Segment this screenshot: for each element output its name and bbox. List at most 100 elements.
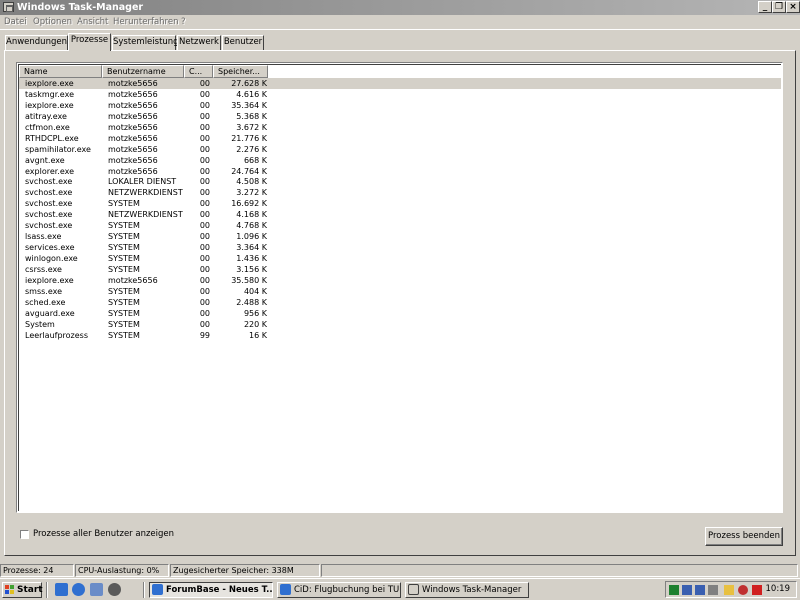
process-memory: 220 K	[243, 319, 267, 329]
process-memory: 956 K	[243, 308, 267, 318]
process-cpu: 00	[199, 177, 210, 187]
tasks-separator	[143, 582, 145, 598]
process-user: motzke5656	[108, 133, 158, 143]
process-cpu: 00	[199, 122, 210, 132]
menu-herunterfahren[interactable]: Herunterfahren	[113, 16, 178, 28]
process-row[interactable]: atitray.exe motzke5656 00 5.368 K	[19, 111, 781, 122]
process-name: winlogon.exe	[25, 254, 78, 263]
tab-prozesse[interactable]: Prozesse	[68, 33, 111, 51]
process-user: NETZWERKDIENST	[108, 188, 183, 198]
process-row[interactable]: System SYSTEM 00 220 K	[19, 319, 781, 330]
process-row[interactable]: svchost.exe NETZWERKDIENST 00 3.272 K	[19, 187, 781, 198]
menu-datei[interactable]: Datei	[4, 16, 27, 28]
show-all-users-checkbox[interactable]	[20, 530, 29, 539]
process-user: motzke5656	[108, 89, 158, 99]
process-row[interactable]: winlogon.exe SYSTEM 00 1.436 K	[19, 253, 781, 264]
process-memory: 27.628 K	[231, 79, 267, 88]
process-list[interactable]: Name Benutzername C... Speicher... iexpl…	[16, 62, 783, 513]
process-memory: 35.364 K	[231, 100, 267, 110]
process-memory: 3.272 K	[236, 188, 267, 198]
tab-systemleistung[interactable]: Systemleistung	[112, 35, 179, 50]
process-row[interactable]: Leerlaufprozess SYSTEM 99 16 K	[19, 330, 781, 341]
process-row[interactable]: lsass.exe SYSTEM 00 1.096 K	[19, 231, 781, 242]
process-row[interactable]: csrss.exe SYSTEM 00 3.156 K	[19, 264, 781, 275]
task-label: CiD: Flugbuchung bei TU...	[294, 585, 401, 595]
minimize-button[interactable]: _	[758, 1, 772, 13]
process-name: atitray.exe	[25, 111, 67, 121]
process-memory: 21.776 K	[231, 133, 267, 143]
list-header: Name Benutzername C... Speicher...	[19, 65, 781, 78]
process-row[interactable]: svchost.exe LOKALER DIENST 00 4.508 K	[19, 176, 781, 187]
menu-help[interactable]: ?	[181, 16, 186, 28]
task-button-taskmanager[interactable]: Windows Task-Manager	[405, 582, 529, 598]
network-icon[interactable]	[682, 585, 692, 595]
process-row[interactable]: iexplore.exe motzke5656 00 35.580 K	[19, 275, 781, 286]
clock[interactable]: 10:19	[766, 584, 791, 595]
task-button-forumbase[interactable]: ForumBase - Neues T...	[149, 582, 273, 598]
column-header-name[interactable]: Name	[19, 65, 102, 78]
start-button[interactable]: Start	[2, 582, 43, 598]
bug-icon[interactable]	[738, 585, 748, 595]
column-header-cpu[interactable]: C...	[184, 65, 213, 78]
tab-netzwerk[interactable]: Netzwerk	[177, 35, 221, 50]
shield-icon[interactable]	[708, 585, 718, 595]
outlook-icon[interactable]	[90, 583, 103, 596]
window-title: Windows Task-Manager	[17, 2, 144, 13]
media-player-icon[interactable]	[108, 583, 121, 596]
process-row[interactable]: smss.exe SYSTEM 00 404 K	[19, 286, 781, 297]
tab-benutzer[interactable]: Benutzer	[222, 35, 264, 50]
process-row[interactable]: svchost.exe SYSTEM 00 16.692 K	[19, 198, 781, 209]
process-row[interactable]: explorer.exe motzke5656 00 24.764 K	[19, 166, 781, 177]
end-process-button[interactable]: Prozess beenden	[705, 527, 783, 546]
process-row[interactable]: sched.exe SYSTEM 00 2.488 K	[19, 297, 781, 308]
process-cpu: 00	[199, 275, 210, 285]
tab-anwendungen[interactable]: Anwendungen	[5, 35, 68, 50]
process-cpu: 00	[199, 155, 210, 165]
process-memory: 4.508 K	[236, 177, 267, 187]
process-name: iexplore.exe	[25, 275, 74, 285]
menu-ansicht[interactable]: Ansicht	[77, 16, 108, 28]
process-user: SYSTEM	[108, 254, 140, 263]
process-row[interactable]: svchost.exe SYSTEM 00 4.768 K	[19, 220, 781, 231]
system-tray: 10:19	[665, 581, 797, 598]
antivir-icon[interactable]	[752, 585, 762, 595]
process-row[interactable]: iexplore.exe motzke5656 00 27.628 K	[19, 78, 781, 89]
network-icon[interactable]	[695, 585, 705, 595]
process-memory: 4.616 K	[236, 89, 267, 99]
process-user: motzke5656	[108, 111, 158, 121]
process-row[interactable]: spamihilator.exe motzke5656 00 2.276 K	[19, 144, 781, 155]
process-cpu: 00	[199, 100, 210, 110]
process-name: services.exe	[25, 243, 75, 253]
restore-button[interactable]: ❐	[772, 1, 786, 13]
process-row[interactable]: services.exe SYSTEM 00 3.364 K	[19, 242, 781, 253]
process-row[interactable]: RTHDCPL.exe motzke5656 00 21.776 K	[19, 133, 781, 144]
show-all-users-label[interactable]: Prozesse aller Benutzer anzeigen	[33, 529, 174, 540]
column-header-user[interactable]: Benutzername	[102, 65, 184, 78]
process-row[interactable]: iexplore.exe motzke5656 00 35.364 K	[19, 100, 781, 111]
mail-icon[interactable]	[724, 585, 734, 595]
title-bar[interactable]: Windows Task-Manager _ ❐ ×	[0, 0, 800, 15]
green-icon[interactable]	[669, 585, 679, 595]
process-name: lsass.exe	[25, 232, 62, 242]
process-list-frame: Name Benutzername C... Speicher... iexpl…	[18, 64, 781, 511]
process-row[interactable]: svchost.exe NETZWERKDIENST 00 4.168 K	[19, 209, 781, 220]
menu-optionen[interactable]: Optionen	[33, 16, 72, 28]
process-user: motzke5656	[108, 100, 158, 110]
column-header-memory[interactable]: Speicher...	[213, 65, 268, 78]
ie-icon[interactable]	[72, 583, 85, 596]
process-user: SYSTEM	[108, 199, 140, 209]
close-button[interactable]: ×	[786, 1, 800, 13]
process-cpu: 99	[199, 330, 210, 340]
process-row[interactable]: avguard.exe SYSTEM 00 956 K	[19, 308, 781, 319]
status-cpu-usage: CPU-Auslastung: 0%	[75, 564, 169, 577]
process-name: svchost.exe	[25, 199, 73, 209]
process-row[interactable]: taskmgr.exe motzke5656 00 4.616 K	[19, 89, 781, 100]
process-row[interactable]: avgnt.exe motzke5656 00 668 K	[19, 155, 781, 166]
task-button-cid[interactable]: CiD: Flugbuchung bei TU...	[277, 582, 401, 598]
process-memory: 404 K	[243, 286, 267, 296]
process-row[interactable]: ctfmon.exe motzke5656 00 3.672 K	[19, 122, 781, 133]
ie-icon[interactable]	[55, 583, 68, 596]
process-name: svchost.exe	[25, 221, 73, 231]
process-user: SYSTEM	[108, 286, 140, 296]
process-name: iexplore.exe	[25, 79, 74, 88]
